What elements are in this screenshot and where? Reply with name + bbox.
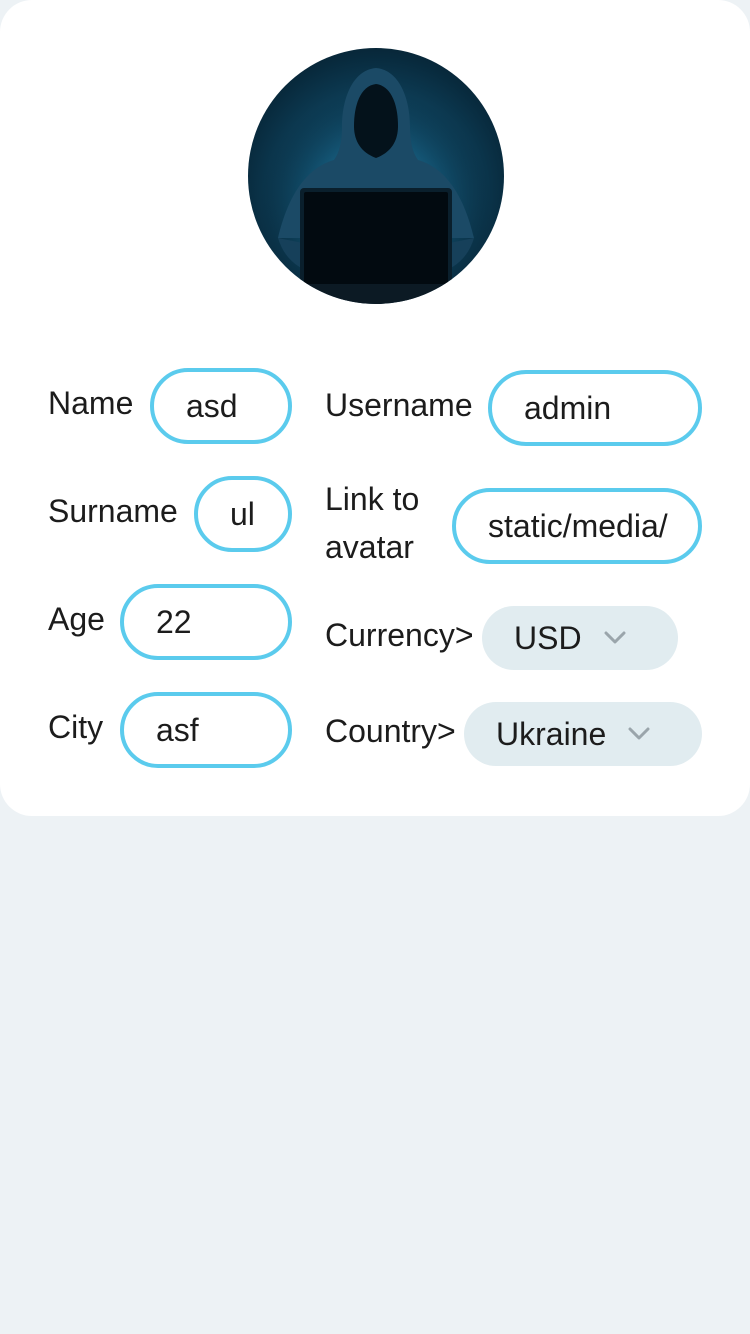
avatar-link-field[interactable]	[452, 488, 702, 564]
avatar-link-label: Link to avatar	[325, 481, 420, 565]
currency-select[interactable]: USD	[482, 606, 678, 670]
city-label: City	[48, 709, 104, 745]
country-selected: Ukraine	[496, 715, 607, 752]
surname-input[interactable]	[198, 480, 288, 548]
username-field[interactable]	[488, 370, 702, 446]
currency-label: Currency>	[325, 617, 474, 653]
currency-selected: USD	[514, 619, 582, 656]
country-label: Country>	[325, 713, 456, 749]
chevron-down-icon	[628, 727, 650, 740]
avatar-link-input[interactable]	[456, 492, 698, 560]
age-input[interactable]	[124, 588, 288, 656]
username-label: Username	[325, 387, 473, 423]
profile-avatar	[248, 48, 504, 304]
surname-field[interactable]	[194, 476, 292, 552]
age-field[interactable]	[120, 584, 292, 660]
city-field[interactable]	[120, 692, 292, 768]
surname-label: Surname	[48, 493, 178, 529]
chevron-down-icon	[604, 631, 626, 644]
name-label: Name	[48, 385, 134, 421]
age-label: Age	[48, 601, 105, 637]
name-field[interactable]	[150, 368, 292, 444]
country-select[interactable]: Ukraine	[464, 702, 702, 766]
name-input[interactable]	[154, 372, 288, 440]
hooded-hacker-image	[248, 48, 504, 304]
profile-card: Name Surname Age City Username Link to a…	[0, 0, 750, 816]
username-input[interactable]	[492, 374, 698, 442]
city-input[interactable]	[124, 696, 288, 764]
